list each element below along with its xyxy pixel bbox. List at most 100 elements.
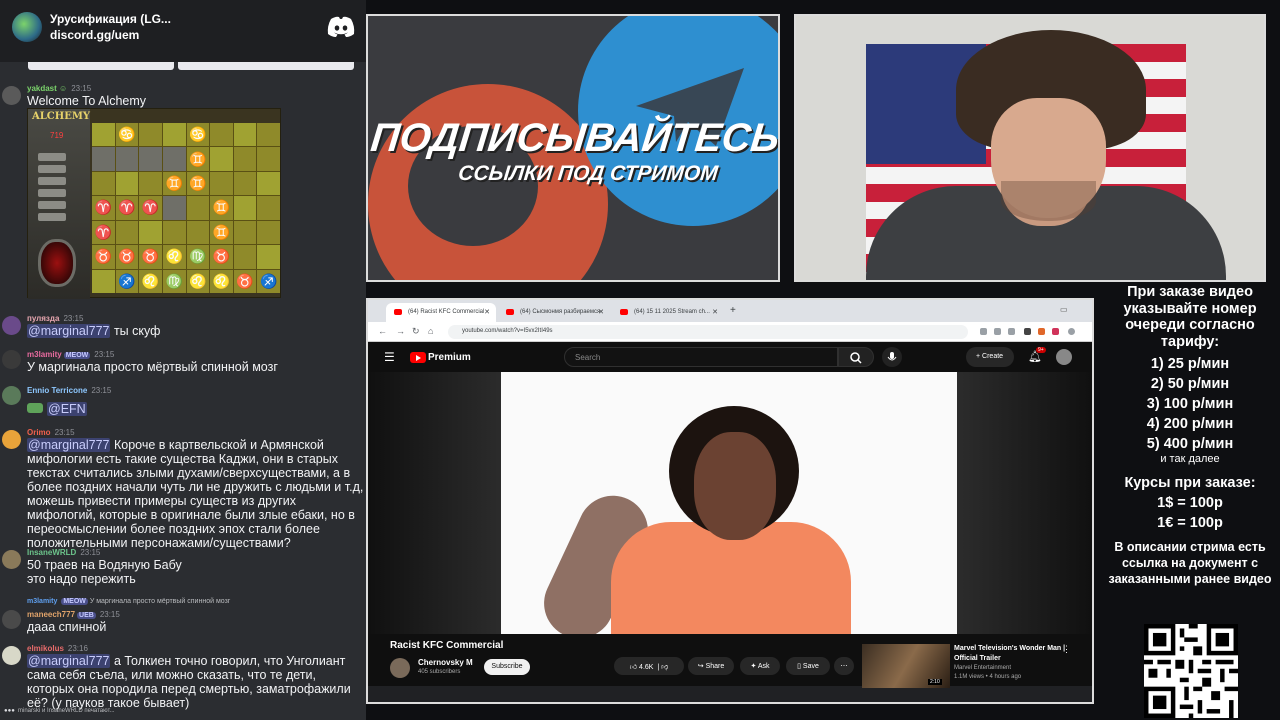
share-button[interactable]: ↪ Share — [688, 657, 734, 675]
server-header: Урусификация (LG... discord.gg/uem — [0, 0, 366, 62]
like-icon[interactable]: 👍︎ — [630, 664, 637, 671]
server-invite-link[interactable]: discord.gg/uem — [50, 28, 139, 42]
home-icon[interactable]: ⌂ — [428, 326, 433, 336]
username[interactable]: Orimo — [27, 428, 51, 437]
more-actions-icon[interactable]: ⋯ — [834, 657, 854, 675]
search-button[interactable] — [838, 347, 874, 367]
user-mention[interactable]: @marginal777 — [27, 438, 111, 452]
alchemy-game-screenshot[interactable]: ALCHEMY 719 ♋ ♋ ♊ ♊ ♊ ♈ ♈ ♈ ♊ ♈ ♊ ♉ ♉ ♉ ♌ ♍ ♉ ♐ ♌ ♍ ♌ ♌ ♉ ♐ — [27, 108, 281, 299]
alchemy-cell: ♊ — [210, 220, 233, 245]
new-tab-icon[interactable]: + — [730, 305, 736, 316]
input-pill-right — [178, 62, 354, 70]
zoom-icon[interactable] — [980, 328, 987, 335]
price-item: 2) 50 р/мин — [1150, 376, 1230, 392]
alchemy-menu-button — [38, 153, 66, 161]
microphone-icon[interactable] — [882, 347, 902, 367]
ask-button[interactable]: ✦ Ask — [740, 657, 780, 675]
user-mention[interactable]: @EFN — [47, 402, 87, 416]
timestamp: 23:15 — [80, 548, 101, 557]
profile-icon[interactable] — [1068, 328, 1075, 335]
extension-icon[interactable] — [1024, 328, 1031, 335]
username[interactable]: Ennio Terricone — [27, 386, 87, 395]
hamburger-menu-icon[interactable]: ☰ — [384, 350, 395, 364]
address-bar: ← → ↻ ⌂ youtube.com/watch?v=I5vx2ItI49s — [368, 322, 1092, 342]
avatar — [2, 430, 21, 449]
youtube-favicon-icon — [394, 309, 402, 315]
qr-code[interactable] — [1144, 624, 1238, 718]
ask-label: Ask — [757, 663, 770, 670]
close-icon[interactable]: ✕ — [598, 308, 604, 316]
browser-tab[interactable]: (64) Сысмонмя разбираемся ✕ — [498, 303, 610, 322]
alchemy-board: ♋ ♋ ♊ ♊ ♊ ♈ ♈ ♈ ♊ ♈ ♊ ♉ ♉ ♉ ♌ ♍ ♉ ♐ ♌ ♍ ♌ ♌ ♉ ♐ — [92, 123, 280, 293]
avatar — [2, 350, 21, 369]
alchemy-cell: ♌ — [162, 245, 186, 269]
close-icon[interactable]: ✕ — [484, 308, 490, 316]
extension-icon[interactable] — [1052, 328, 1059, 335]
forward-icon[interactable]: → — [396, 326, 405, 336]
alchemy-cell — [233, 245, 257, 269]
related-video-title[interactable]: Marvel Television's Wonder Man | Officia… — [954, 644, 1074, 664]
bookmark-star-icon[interactable] — [1008, 328, 1015, 335]
channel-avatar[interactable] — [390, 658, 410, 678]
username[interactable]: yakdast — [27, 84, 57, 93]
alchemy-cell — [115, 147, 139, 171]
minimize-icon[interactable]: ▭ — [1060, 305, 1068, 314]
alchemy-cell: ♊ — [210, 196, 233, 220]
video-player[interactable] — [368, 372, 1092, 634]
timestamp: 23:16 — [67, 644, 88, 653]
username[interactable]: maneech777 — [27, 610, 75, 619]
reply-text: У маргинала просто мёртвый спинной мозг — [89, 598, 231, 605]
like-dislike-group[interactable]: 👍︎ 4.6K | 👎︎ — [614, 657, 684, 675]
save-button[interactable]: ▯ Save — [786, 657, 830, 675]
account-avatar[interactable] — [1056, 349, 1072, 365]
alchemy-cell: ♋ — [186, 123, 210, 147]
username[interactable]: elmikolus — [27, 644, 64, 653]
back-icon[interactable]: ← — [378, 326, 387, 336]
reply-preview[interactable]: m3lamity MEOW У маргинала просто мёртвый… — [27, 598, 230, 605]
alchemy-cell: ♈ — [139, 196, 162, 220]
like-count: 4.6K — [639, 664, 654, 671]
share-label: Share — [705, 663, 725, 670]
user-mention[interactable]: @marginal777 — [27, 654, 111, 668]
username[interactable]: m3lamity — [27, 350, 62, 359]
subscribe-button[interactable]: Subscribe — [484, 659, 530, 675]
alchemy-cell — [210, 123, 233, 147]
browser-tab[interactable]: (64) 15 11 2025 Stream ch... ✕ — [612, 303, 724, 322]
alchemy-cell: ♋ — [115, 123, 139, 147]
related-video-channel[interactable]: Marvel Entertainment — [954, 665, 1011, 671]
alchemy-cell — [92, 147, 115, 171]
youtube-logo-icon[interactable] — [410, 352, 426, 363]
alchemy-side-panel: ALCHEMY 719 — [28, 109, 90, 299]
username[interactable]: InsaneWRLD — [27, 548, 76, 557]
alchemy-cell: ♐ — [115, 269, 139, 293]
reload-icon[interactable]: ↻ — [412, 326, 420, 337]
youtube-brand[interactable]: Premium — [428, 352, 471, 363]
message-text: Короче в картвельской и Армянской мифоло… — [27, 438, 364, 550]
alchemy-cell: ♈ — [92, 220, 115, 245]
more-vert-icon[interactable]: ⋮ — [1062, 644, 1071, 655]
channel-name[interactable]: Chernovsky M — [418, 658, 473, 667]
alchemy-cell — [257, 123, 280, 147]
close-icon[interactable]: ✕ — [712, 308, 718, 316]
role-badge: MEOW — [61, 598, 88, 605]
video-info: Racist KFC Commercial Chernovsky M 405 s… — [368, 634, 1092, 688]
create-button[interactable]: + Create — [966, 347, 1014, 367]
avatar — [2, 316, 21, 335]
alchemy-score: 719 — [50, 131, 64, 140]
user-mention[interactable]: @marginal777 — [27, 324, 111, 338]
username[interactable]: пуляздa — [27, 314, 59, 323]
dislike-icon[interactable]: 👎︎ — [661, 664, 668, 671]
alchemy-cell: ♌ — [186, 269, 210, 293]
url-field[interactable]: youtube.com/watch?v=I5vx2ItI49s — [448, 325, 968, 339]
extension-icon[interactable] — [1038, 328, 1045, 335]
emoji-icon — [27, 403, 43, 413]
alchemy-cell: ♌ — [139, 269, 162, 293]
search-input[interactable]: Search — [564, 347, 838, 367]
alchemy-cell — [233, 220, 257, 245]
alchemy-cell — [139, 171, 162, 196]
related-video-duration: 2:10 — [928, 679, 942, 685]
alchemy-cell — [233, 171, 257, 196]
browser-tab[interactable]: (64) Racist KFC Commercial ✕ — [386, 303, 496, 322]
install-icon[interactable] — [994, 328, 1001, 335]
promo-headline: ПОДПИСЫВАЙТЕСЬ — [368, 116, 780, 160]
